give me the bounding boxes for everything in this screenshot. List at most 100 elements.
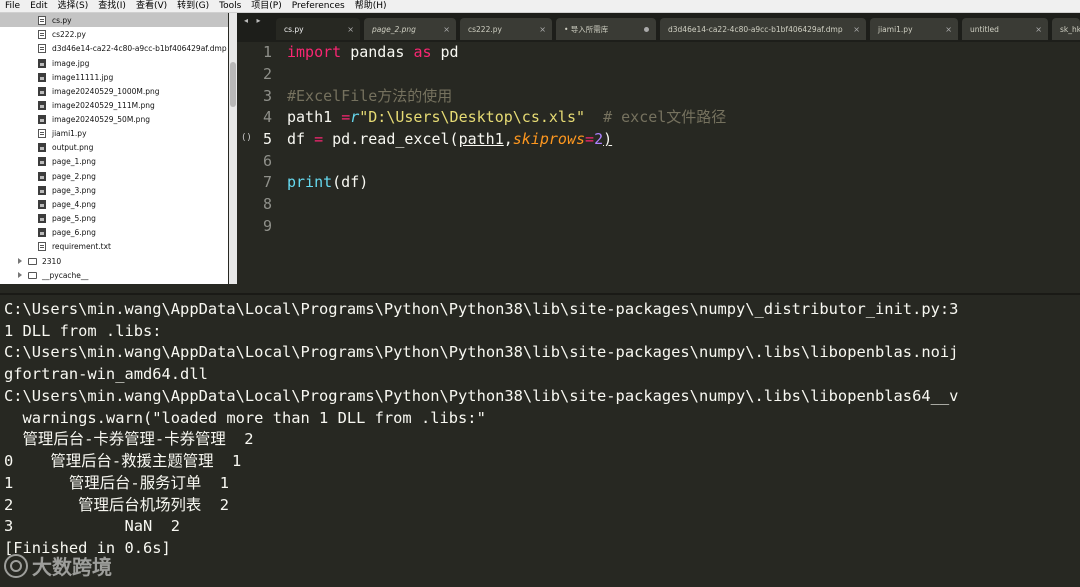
sidebar-file-item[interactable]: page_4.png (0, 197, 228, 211)
line-number: 3 (262, 87, 272, 105)
code-text: pd (431, 43, 459, 61)
file-name: requirement.txt (52, 241, 111, 251)
image-file-icon (38, 114, 46, 124)
python-file-icon (38, 15, 46, 25)
console-line: 0 管理后台-救援主题管理 1 (4, 452, 242, 470)
sidebar-file-item[interactable]: image.jpg (0, 56, 228, 70)
close-icon[interactable]: × (443, 25, 450, 34)
unsaved-dot-icon[interactable] (644, 27, 649, 32)
tab-cs-py[interactable]: cs.py × (276, 18, 360, 40)
file-name: image20240529_111M.png (52, 100, 155, 110)
line-number: 6 (262, 152, 272, 170)
bracket-match-marker: () (241, 133, 252, 143)
menu-edit[interactable]: Edit (25, 0, 52, 12)
tab-jiami1-py[interactable]: jiami1.py × (870, 18, 958, 40)
menu-view[interactable]: 查看(V) (131, 0, 172, 12)
file-name: image.jpg (52, 58, 90, 68)
sidebar-folder-item[interactable]: 2310 (0, 254, 228, 268)
sidebar-file-item[interactable]: d3d46e14-ca22-4c80-a9cc-b1bf406429af.dmp (0, 41, 228, 55)
sidebar-file-item[interactable]: page_1.png (0, 154, 228, 168)
keyword: as (413, 43, 432, 61)
tab-scroll-arrows[interactable]: ◂ ▸ (244, 16, 264, 25)
close-icon[interactable]: × (1035, 25, 1042, 34)
code-line-3[interactable]: #ExcelFile方法的使用 (287, 85, 452, 107)
close-icon[interactable]: × (853, 25, 860, 34)
python-file-icon (38, 29, 46, 39)
menu-preferences[interactable]: Preferences (287, 0, 350, 12)
sidebar-file-item[interactable]: jiami1.py (0, 126, 228, 140)
file-name: page_3.png (52, 185, 96, 195)
file-name: page_2.png (52, 171, 96, 181)
code-editor[interactable] (237, 42, 1080, 292)
console-line: 3 NaN 2 (4, 517, 181, 535)
image-file-icon (38, 227, 46, 237)
file-name: d3d46e14-ca22-4c80-a9cc-b1bf406429af.dmp (52, 43, 227, 53)
code-line-5[interactable]: df = pd.read_excel(path1,skiprows=2) (287, 128, 612, 150)
code-line-4[interactable]: path1 =r"D:\Users\Desktop\cs.xls" # exce… (287, 106, 726, 128)
close-icon[interactable]: × (539, 25, 546, 34)
menu-selection[interactable]: 选择(S) (53, 0, 94, 12)
chevron-right-icon[interactable] (18, 258, 22, 264)
sidebar-scrollbar[interactable] (229, 13, 237, 284)
console-line: 管理后台-卡券管理-卡券管理 2 (4, 430, 254, 448)
string-literal: "D:\Users\Desktop\cs.xls" (359, 108, 586, 126)
tab-label: d3d46e14-ca22-4c80-a9cc-b1bf406429af.dmp (668, 24, 843, 34)
line-number: 7 (262, 173, 272, 191)
tab-label: cs222.py (468, 24, 502, 34)
sidebar-file-item[interactable]: image20240529_50M.png (0, 112, 228, 126)
folder-name: __pycache__ (42, 270, 89, 280)
console-line: C:\Users\min.wang\AppData\Local\Programs… (4, 343, 959, 361)
tab-untitled-modified[interactable]: • 导入所需库 (556, 18, 656, 40)
chevron-right-icon[interactable] (18, 272, 22, 278)
sidebar-scrollbar-thumb[interactable] (230, 62, 236, 107)
sidebar-file-item[interactable]: output.png (0, 140, 228, 154)
sidebar-file-item[interactable]: cs222.py (0, 27, 228, 41)
menu-file[interactable]: File (0, 0, 25, 12)
console-line: C:\Users\min.wang\AppData\Local\Programs… (4, 387, 959, 405)
sidebar-file-item[interactable]: page_2.png (0, 169, 228, 183)
menu-tools[interactable]: Tools (214, 0, 246, 12)
sidebar-file-item[interactable]: cs.py (0, 13, 228, 27)
sidebar-folder-item[interactable]: __pycache__ (0, 268, 228, 282)
watermark-logo-icon (4, 553, 28, 578)
sidebar-file-item[interactable]: image20240529_111M.png (0, 98, 228, 112)
tab-page-2-png[interactable]: page_2.png × (364, 18, 456, 40)
code-line-7[interactable]: print(df) (287, 171, 368, 193)
tab-sk-hk[interactable]: sk_hk (1052, 18, 1080, 40)
tab-label: page_2.png (372, 24, 416, 34)
python-file-icon (38, 128, 46, 138)
sidebar-file-tree: cs.py cs222.py d3d46e14-ca22-4c80-a9cc-b… (0, 13, 228, 284)
sidebar-file-item[interactable]: image11111.jpg (0, 70, 228, 84)
file-name: page_6.png (52, 227, 96, 237)
folder-name: 2310 (42, 256, 62, 266)
sidebar-file-item[interactable]: requirement.txt (0, 239, 228, 253)
tab-cs222-py[interactable]: cs222.py × (460, 18, 552, 40)
code-line-1[interactable]: import pandas as pd (287, 41, 459, 63)
image-file-icon (38, 156, 46, 166)
operator: = (585, 130, 595, 148)
menu-find[interactable]: 查找(I) (93, 0, 131, 12)
code-text: path1 (287, 108, 342, 126)
keyword: import (287, 43, 342, 61)
file-name: page_1.png (52, 156, 96, 166)
number-literal: 2 (594, 130, 604, 148)
file-icon (38, 43, 46, 53)
menu-goto[interactable]: 转到(G) (172, 0, 214, 12)
close-icon[interactable]: × (347, 25, 354, 34)
close-icon[interactable]: × (945, 25, 952, 34)
file-name: page_4.png (52, 199, 96, 209)
sidebar-file-item[interactable]: page_6.png (0, 225, 228, 239)
file-name: cs222.py (52, 29, 86, 39)
code-text: ) (603, 130, 613, 148)
image-file-icon (38, 142, 46, 152)
menu-project[interactable]: 项目(P) (246, 0, 286, 12)
sidebar-file-item[interactable]: page_5.png (0, 211, 228, 225)
sidebar-file-item[interactable]: image20240529_1000M.png (0, 84, 228, 98)
keyword-argument: skiprows (512, 130, 586, 148)
menu-help[interactable]: 帮助(H) (350, 0, 392, 12)
file-name: jiami1.py (52, 128, 87, 138)
operator: = (341, 108, 351, 126)
tab-dmp-file[interactable]: d3d46e14-ca22-4c80-a9cc-b1bf406429af.dmp… (660, 18, 866, 40)
sidebar-file-item[interactable]: page_3.png (0, 183, 228, 197)
tab-untitled[interactable]: untitled × (962, 18, 1048, 40)
